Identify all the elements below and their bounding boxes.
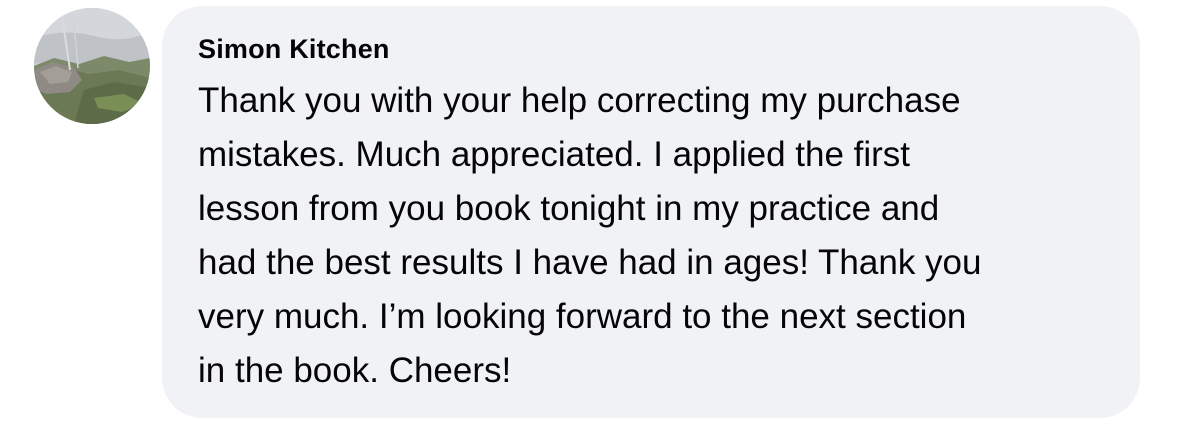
- comment-bubble: Simon Kitchen Thank you with your help c…: [162, 6, 1140, 418]
- profile-photo-icon: [34, 8, 150, 124]
- comment: Simon Kitchen Thank you with your help c…: [0, 0, 1200, 427]
- avatar[interactable]: [34, 8, 150, 124]
- comment-text: Thank you with your help correcting my p…: [198, 81, 982, 390]
- comment-author-name[interactable]: Simon Kitchen: [198, 32, 1110, 66]
